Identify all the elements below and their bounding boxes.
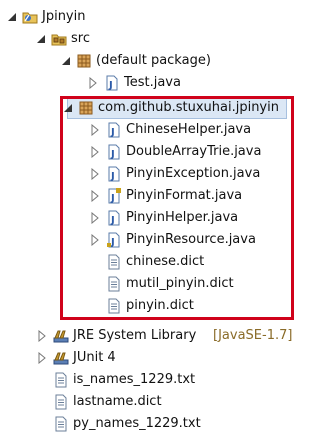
tree-node-jre-system-library[interactable]: JRE System Library [JavaSE-1.7] — [0, 325, 303, 347]
collapse-arrow-icon[interactable] — [35, 33, 47, 45]
tree-label: py_names_1229.txt — [73, 416, 201, 431]
tree-node-jpinyin[interactable]: Jpinyin — [0, 6, 303, 28]
tree-label: JRE System Library — [73, 328, 197, 343]
text-file-icon — [53, 372, 69, 388]
library-icon — [53, 350, 69, 366]
java-file-icon: J — [104, 75, 120, 91]
svg-text:J: J — [108, 80, 113, 91]
jre-version-decoration: [JavaSE-1.7] — [213, 328, 293, 343]
package-icon — [76, 53, 92, 69]
text-file-icon — [53, 416, 69, 432]
collapse-arrow-icon[interactable] — [60, 55, 72, 67]
tree-node-is-names-txt[interactable]: is_names_1229.txt — [0, 369, 303, 391]
tree-label: JUnit 4 — [73, 350, 116, 365]
library-icon — [53, 328, 69, 344]
expand-arrow-icon[interactable] — [87, 77, 99, 89]
package-explorer-tree: Jpinyin src (default package) J Test.jav… — [0, 0, 303, 439]
tree-label: Test.java — [124, 75, 181, 90]
tree-label: (default package) — [96, 53, 211, 68]
tree-node-junit-4[interactable]: JUnit 4 — [0, 347, 303, 369]
expand-arrow-icon[interactable] — [36, 330, 48, 342]
collapse-arrow-icon[interactable] — [6, 11, 18, 23]
expand-arrow-icon[interactable] — [36, 352, 48, 364]
tree-node-default-package[interactable]: (default package) — [0, 50, 303, 72]
tree-node-py-names-txt[interactable]: py_names_1229.txt — [0, 413, 303, 435]
source-folder-icon — [51, 31, 67, 47]
tree-node-lastname-dict[interactable]: lastname.dict — [0, 391, 303, 413]
highlight-box — [60, 96, 294, 320]
tree-label: is_names_1229.txt — [73, 372, 196, 387]
tree-node-test-java[interactable]: J Test.java — [0, 72, 303, 94]
tree-label: src — [71, 31, 90, 46]
tree-label: lastname.dict — [73, 394, 162, 409]
tree-label: Jpinyin — [42, 9, 86, 24]
java-project-icon — [22, 9, 38, 25]
text-file-icon — [53, 394, 69, 410]
tree-node-src[interactable]: src — [0, 28, 303, 50]
